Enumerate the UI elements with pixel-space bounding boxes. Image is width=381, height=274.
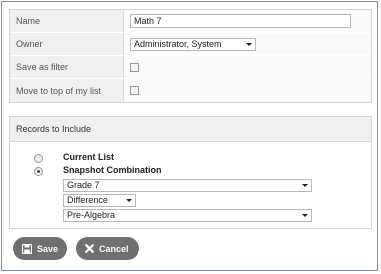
snapshot-combination-radio[interactable] [34,167,43,176]
current-list-label: Current List [63,152,115,162]
owner-select[interactable]: Administrator, System [130,37,256,51]
chevron-down-icon [302,214,308,217]
operator-select[interactable]: Difference [63,194,136,207]
records-header: Records to Include [10,117,371,142]
dialog-frame: Name Math 7 Owner Administrator, System … [1,1,378,271]
move-top-label: Move to top of my list [10,79,124,102]
save-filter-row: Save as filter [10,56,371,78]
save-button-label: Save [37,243,59,254]
save-filter-checkbox[interactable] [130,62,139,72]
chevron-down-icon [126,199,132,202]
chevron-down-icon [302,184,308,187]
snapshot-combination-label: Snapshot Combination [63,165,162,175]
cancel-button[interactable]: Cancel [76,237,139,260]
move-top-checkbox[interactable] [130,86,139,95]
save-button[interactable]: Save [13,237,67,260]
snapshot-1-value: Grade 7 [67,180,100,190]
owner-row: Owner Administrator, System [10,33,371,55]
properties-table: Name Math 7 Owner Administrator, System … [9,9,372,103]
snapshot-2-select[interactable]: Pre-Algebra [63,209,312,222]
floppy-disk-icon [22,243,32,254]
operator-value: Difference [67,195,108,205]
save-filter-label: Save as filter [10,56,124,78]
owner-select-value: Administrator, System [134,38,222,49]
move-top-row: Move to top of my list [10,79,371,102]
chevron-down-icon [246,42,252,46]
name-input[interactable]: Math 7 [130,14,351,28]
name-row: Name Math 7 [10,10,371,32]
x-icon [85,244,94,253]
owner-label: Owner [10,33,124,55]
records-panel: Records to Include Current List Snapshot… [9,116,372,229]
current-list-radio[interactable] [34,154,43,163]
snapshot-1-select[interactable]: Grade 7 [63,179,312,192]
name-label: Name [10,10,124,32]
snapshot-2-value: Pre-Algebra [67,210,116,220]
cancel-button-label: Cancel [99,243,129,254]
